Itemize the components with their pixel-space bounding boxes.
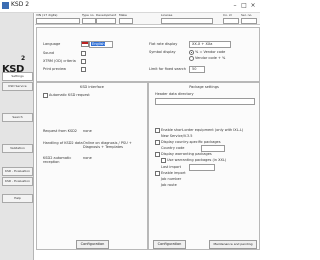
- window-title: KSD 2: [11, 1, 30, 8]
- close-button[interactable]: ×: [249, 1, 257, 10]
- enable-import-label: Enable import: [161, 171, 186, 175]
- language-value: English: [92, 42, 105, 46]
- license-label: License: [161, 13, 173, 17]
- language-select[interactable]: English: [89, 41, 113, 48]
- ksd-interface-panel: KSD interface Automatic KSD request Requ…: [36, 82, 148, 250]
- xtrm-checkbox[interactable]: [81, 59, 86, 64]
- development-field[interactable]: [96, 18, 116, 24]
- sidebar-item-help[interactable]: Help: [2, 194, 33, 203]
- country-code-label: Country code: [161, 146, 185, 150]
- handling-label: Handling of KSD2 data: [43, 141, 83, 145]
- xtrm-label: XTRM (OD) criteria: [43, 59, 76, 63]
- country-code-field[interactable]: [201, 145, 225, 152]
- auto-reception-value: none: [83, 156, 92, 160]
- auto-request-checkbox[interactable]: [43, 93, 48, 98]
- limit-field[interactable]: 50: [189, 66, 205, 73]
- symbol-option-1-label: % = Vendor code: [195, 50, 226, 54]
- job-route-label: Job route: [161, 183, 177, 187]
- job-number-label: Job number: [161, 177, 182, 181]
- header-directory-label: Header data directory: [155, 92, 194, 96]
- sound-label: Sound: [43, 51, 55, 55]
- co-id-field[interactable]: [223, 18, 239, 24]
- limit-label: Limit for fixed search: [149, 67, 186, 71]
- sidebar: KSD 2 Settings KSD Service access Search…: [0, 13, 34, 260]
- sidebar-item-evaluation-2[interactable]: KSD - Evaluation: [2, 177, 33, 186]
- sidebar-item-search[interactable]: Search: [2, 113, 33, 122]
- maximize-button[interactable]: □: [240, 1, 248, 10]
- sidebar-item-evaluation-1[interactable]: KSD - Evaluation: [2, 167, 33, 176]
- print-preview-checkbox[interactable]: [81, 67, 86, 72]
- vehicle-header: VIN (17 digits) Type no. Development Mak…: [35, 13, 260, 25]
- symbol-option-2-radio[interactable]: [189, 56, 194, 61]
- auto-reception-label: KSD2 automatic reception: [43, 156, 72, 164]
- vin-label: VIN (17 digits): [36, 13, 58, 17]
- co-id-label: Co. id: [223, 13, 232, 17]
- short-order-checkbox[interactable]: [155, 128, 160, 133]
- language-label: Language: [43, 42, 61, 46]
- warranting-checkbox[interactable]: [155, 152, 160, 157]
- sidebar-item-validation[interactable]: Validation: [2, 144, 33, 153]
- vin-field[interactable]: [36, 18, 80, 24]
- type-label: Type no.: [82, 13, 95, 17]
- ksd-configuration-button[interactable]: Configuration: [76, 240, 109, 249]
- symbol-display-label: Symbol display: [149, 50, 176, 54]
- flat-rate-select[interactable]: XX.X + XXa: [189, 41, 231, 48]
- symbol-option-1-radio[interactable]: [189, 50, 194, 55]
- country-packages-label: Display country-specific packages: [161, 140, 221, 144]
- warranting-sub-label: Use warranting packages (in XXL): [167, 158, 227, 162]
- ser-no-label: Ser. no.: [241, 13, 253, 17]
- sound-checkbox[interactable]: [81, 51, 86, 56]
- package-settings-title: Package settings: [189, 85, 219, 89]
- app-icon: [2, 2, 9, 9]
- minimize-button[interactable]: –: [231, 1, 239, 10]
- handling-value: Online on diagnosis / PSU + Diagnosis + …: [83, 141, 132, 149]
- header-directory-field[interactable]: [155, 98, 255, 105]
- ksd-logo: KSD 2: [2, 55, 26, 75]
- ksd-interface-title: KSD interface: [80, 85, 104, 89]
- request-label: Request from KSD2: [43, 129, 78, 133]
- warranting-label: Display warranting packages: [161, 152, 212, 156]
- short-order-label: Enable short-order equipment (only with …: [161, 128, 244, 132]
- sidebar-item-service-access[interactable]: KSD Service access: [2, 82, 33, 91]
- sidebar-item-settings[interactable]: Settings: [2, 72, 33, 81]
- request-value: none: [83, 129, 92, 133]
- symbol-option-2-label: Vendor code + %: [195, 56, 226, 60]
- type-field[interactable]: [82, 18, 96, 24]
- license-field[interactable]: [161, 18, 213, 24]
- title-bar: KSD 2 – □ ×: [0, 0, 260, 13]
- make-label: Make: [119, 13, 127, 17]
- package-settings-panel: Package settings Header data directory E…: [148, 82, 260, 250]
- package-configuration-button[interactable]: Configuration: [153, 240, 186, 249]
- short-order-sub: New Service/V.3.5: [161, 134, 193, 138]
- last-import-field[interactable]: [189, 164, 215, 171]
- country-packages-checkbox[interactable]: [155, 140, 160, 145]
- flag-icon: [81, 41, 89, 47]
- enable-import-checkbox[interactable]: [155, 171, 160, 176]
- make-field[interactable]: [119, 18, 133, 24]
- auto-request-label: Automatic KSD request: [49, 93, 90, 97]
- general-settings-panel: Language English Sound XTRM (OD) criteri…: [36, 27, 260, 82]
- development-label: Development: [96, 13, 117, 17]
- last-import-label: Last import: [161, 165, 181, 169]
- warranting-sub-checkbox[interactable]: [161, 158, 166, 163]
- flat-rate-label: Flat rate display: [149, 42, 178, 46]
- ser-no-field[interactable]: [241, 18, 257, 24]
- maintenance-button[interactable]: Maintenance and pending: [209, 240, 257, 249]
- print-preview-label: Print preview: [43, 67, 66, 71]
